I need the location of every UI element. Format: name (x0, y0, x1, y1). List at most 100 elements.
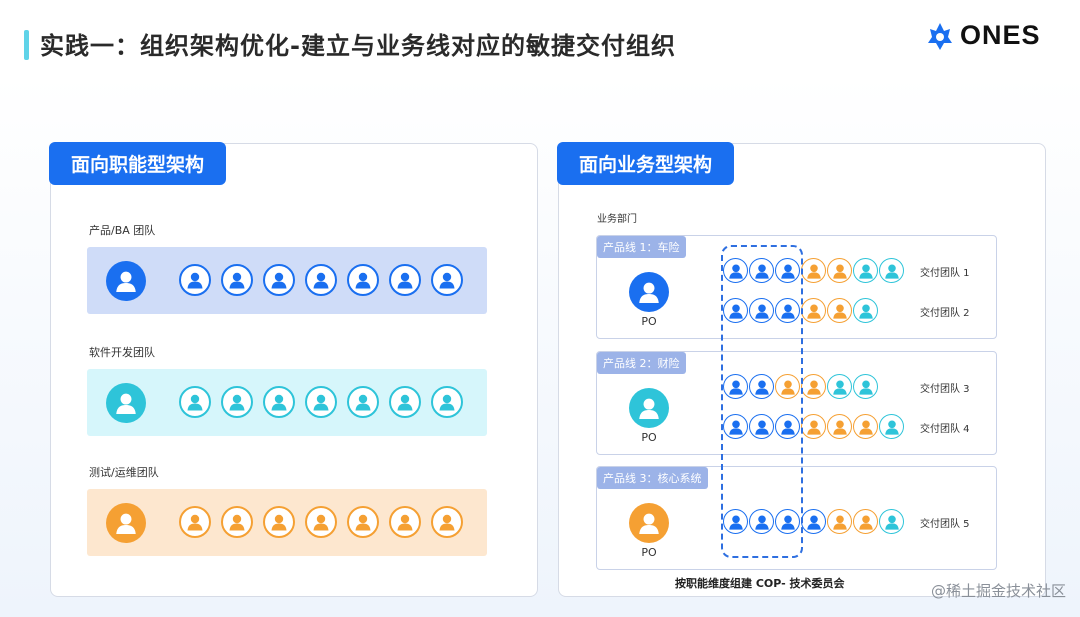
delivery-team-4-label: 交付团队 4 (920, 424, 970, 435)
team-member-avatar (431, 506, 463, 538)
team-member-avatar (347, 506, 379, 538)
po-avatar (629, 388, 669, 428)
person-icon (832, 420, 847, 435)
team-member-avatar (431, 264, 463, 296)
person-icon (884, 264, 899, 279)
page-title: 实践一：组织架构优化-建立与业务线对应的敏捷交付组织 (40, 32, 676, 60)
team-member-avatar (305, 506, 337, 538)
person-icon (229, 394, 245, 411)
po-label: PO (641, 315, 657, 328)
team-member-avatar (389, 264, 421, 296)
product-line-2-po: PO (629, 388, 669, 444)
member-avatar (827, 298, 852, 323)
team-member-avatar (389, 386, 421, 418)
cop-dashed-group (721, 245, 803, 558)
team-member-avatar (179, 506, 211, 538)
person-icon (639, 513, 659, 535)
team-label-test: 测试/运维团队 (89, 466, 159, 479)
member-avatar (827, 374, 852, 399)
person-icon (313, 514, 329, 531)
person-icon (187, 272, 203, 289)
member-avatar (879, 509, 904, 534)
person-icon (806, 264, 821, 279)
person-icon (806, 304, 821, 319)
person-icon (858, 420, 873, 435)
business-architecture-tag: 面向业务型架构 (557, 142, 735, 185)
person-icon (858, 515, 873, 530)
team-member-avatar (221, 264, 253, 296)
product-line-2-tag: 产品线 2：财险 (597, 352, 686, 374)
member-avatar (879, 414, 904, 439)
team-member-avatar (305, 264, 337, 296)
member-avatar (801, 414, 826, 439)
person-icon (271, 394, 287, 411)
person-icon (858, 380, 873, 395)
product-line-3-po: PO (629, 503, 669, 559)
dev-team-avatars (179, 386, 463, 418)
person-icon (355, 272, 371, 289)
product-lead-avatar (106, 261, 146, 301)
member-avatar (801, 298, 826, 323)
person-icon (832, 380, 847, 395)
person-icon (639, 282, 659, 304)
person-icon (187, 394, 203, 411)
product-line-3-tag: 产品线 3：核心系统 (597, 467, 708, 489)
member-avatar (853, 298, 878, 323)
person-icon (397, 272, 413, 289)
person-icon (116, 513, 136, 535)
product-line-1-tag: 产品线 1：车险 (597, 236, 686, 258)
person-icon (832, 515, 847, 530)
team-label-product: 产品/BA 团队 (89, 224, 156, 237)
team-label-dev: 软件开发团队 (89, 346, 155, 359)
member-avatar (827, 414, 852, 439)
member-avatar (801, 374, 826, 399)
delivery-team-2-label: 交付团队 2 (920, 308, 970, 319)
test-lead-avatar (106, 503, 146, 543)
person-icon (271, 272, 287, 289)
person-icon (313, 272, 329, 289)
po-avatar (629, 503, 669, 543)
member-avatar (827, 258, 852, 283)
title-accent-bar (24, 30, 29, 60)
person-icon (439, 514, 455, 531)
person-icon (832, 304, 847, 319)
team-member-avatar (347, 264, 379, 296)
dev-lead-avatar (106, 383, 146, 423)
logo-text: ONES (960, 20, 1041, 50)
po-avatar (629, 272, 669, 312)
person-icon (806, 515, 821, 530)
team-member-avatar (347, 386, 379, 418)
watermark: @稀土掘金技术社区 (930, 582, 1066, 600)
product-line-1-po: PO (629, 272, 669, 328)
person-icon (116, 271, 136, 293)
member-avatar (801, 509, 826, 534)
person-icon (313, 394, 329, 411)
team-member-avatar (263, 386, 295, 418)
person-icon (884, 420, 899, 435)
person-icon (116, 393, 136, 415)
test-team-avatars (179, 506, 463, 538)
member-avatar (853, 374, 878, 399)
ones-logo-icon (928, 22, 952, 50)
delivery-team-3-label: 交付团队 3 (920, 384, 970, 395)
team-member-avatar (221, 506, 253, 538)
member-avatar (853, 258, 878, 283)
member-avatar (827, 509, 852, 534)
member-avatar (853, 509, 878, 534)
person-icon (884, 515, 899, 530)
team-member-avatar (179, 264, 211, 296)
po-label: PO (641, 431, 657, 444)
member-avatar (801, 258, 826, 283)
team-member-avatar (263, 264, 295, 296)
delivery-team-1-label: 交付团队 1 (920, 268, 970, 279)
product-team-avatars (179, 264, 463, 296)
person-icon (397, 394, 413, 411)
person-icon (832, 264, 847, 279)
person-icon (439, 394, 455, 411)
person-icon (229, 272, 245, 289)
team-member-avatar (431, 386, 463, 418)
team-member-avatar (179, 386, 211, 418)
functional-architecture-tag: 面向职能型架构 (49, 142, 227, 185)
person-icon (271, 514, 287, 531)
person-icon (806, 380, 821, 395)
